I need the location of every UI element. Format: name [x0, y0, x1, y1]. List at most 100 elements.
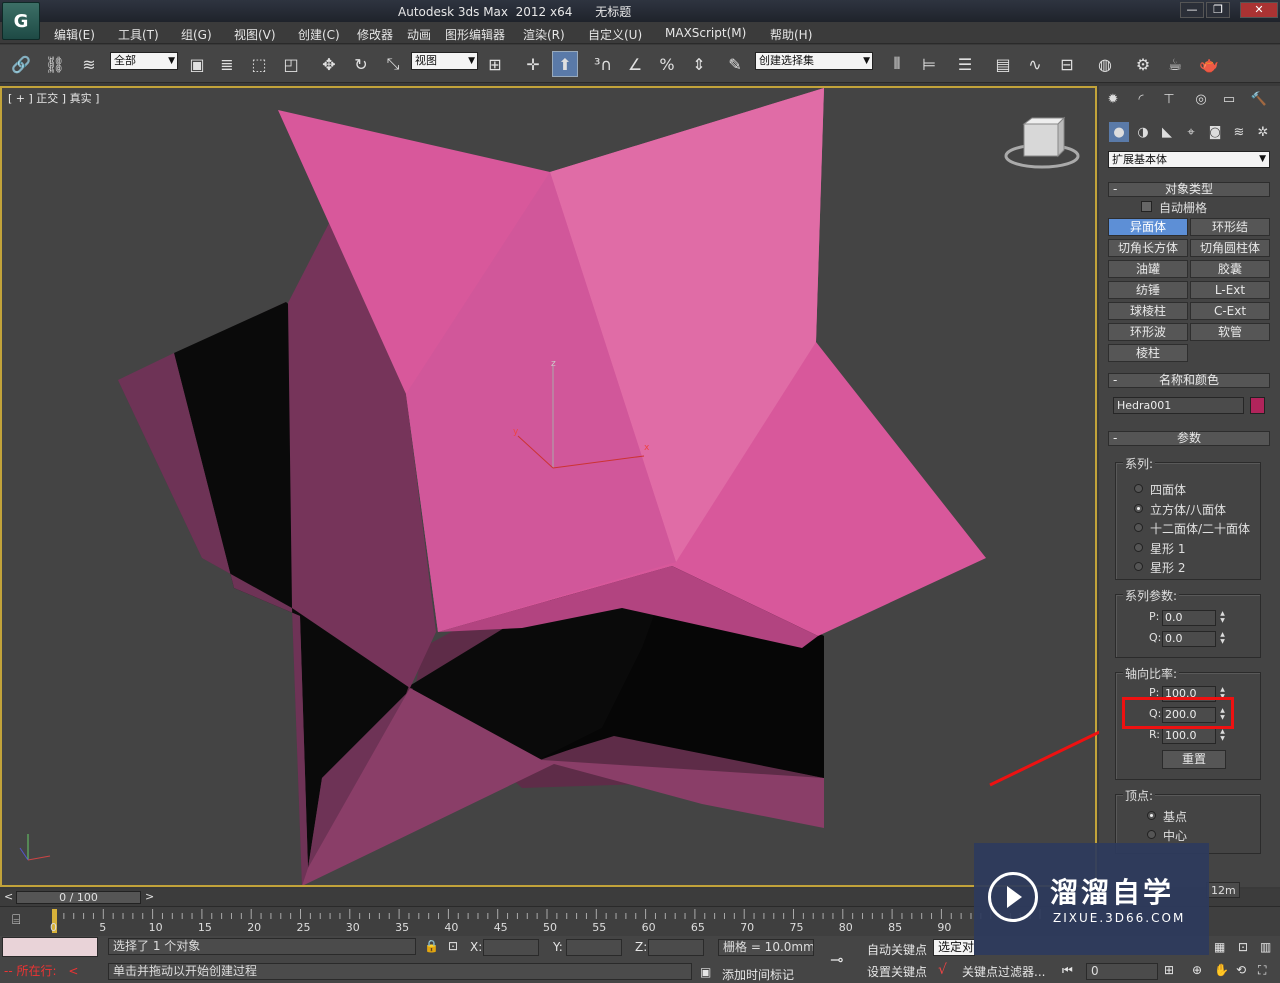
zoom-icon[interactable]: ⊕	[1192, 963, 1202, 977]
partial-value-field[interactable]: 12m	[1206, 882, 1240, 898]
helpers-icon[interactable]: ◙	[1205, 122, 1225, 142]
object-type-button-3[interactable]: 切角圆柱体	[1190, 239, 1270, 257]
object-type-button-2[interactable]: 切角长方体	[1108, 239, 1188, 257]
vertex-radio-0[interactable]	[1147, 811, 1156, 820]
set-key-button[interactable]: 设置关键点	[867, 963, 927, 980]
key-icon[interactable]: ⊸	[830, 950, 843, 969]
time-config-icon[interactable]: ⊞	[1164, 963, 1174, 977]
tick-label: 25	[296, 921, 311, 934]
tick-label: 65	[690, 921, 705, 934]
family-radio-3[interactable]	[1134, 542, 1143, 552]
family-option-label-1: 立方体/八面体	[1150, 502, 1227, 517]
fp-q-label: Q:	[1149, 631, 1162, 644]
family-option-label-0: 四面体	[1150, 483, 1187, 497]
object-type-rollout[interactable]: - 对象类型	[1108, 182, 1270, 197]
spacewarps-icon[interactable]: ≋	[1229, 122, 1249, 142]
selected-dropdown[interactable]: 选定对	[933, 939, 975, 956]
lights-icon[interactable]: ◣	[1157, 122, 1177, 142]
create-tab-icon[interactable]: ✹	[1103, 89, 1123, 109]
shapes-icon[interactable]: ◑	[1133, 122, 1153, 142]
watermark-url: ZIXUE.3D66.COM	[1053, 911, 1186, 925]
tick-label: 20	[247, 921, 262, 934]
current-frame-field[interactable]: 0	[1086, 963, 1158, 980]
object-type-button-10[interactable]: 环形波	[1108, 323, 1188, 341]
family-radio-1[interactable]	[1134, 503, 1143, 513]
family-params-label: 系列参数:	[1123, 587, 1180, 604]
primitive-category-dropdown[interactable]: 扩展基本体 ▼	[1108, 151, 1270, 168]
fp-p-spinner[interactable]: 0.0	[1162, 610, 1216, 626]
time-slider[interactable]: 0 / 100	[16, 891, 141, 904]
time-tag-icon[interactable]: ▣	[700, 965, 711, 979]
fp-p-label: P:	[1149, 610, 1160, 623]
tick-label: 55	[592, 921, 607, 934]
family-radio-2[interactable]	[1134, 523, 1143, 532]
object-type-button-9[interactable]: C-Ext	[1190, 302, 1270, 320]
autogrid-checkbox[interactable]	[1141, 201, 1152, 212]
annotation-highlight-box	[1122, 697, 1234, 729]
utilities-tab-icon[interactable]: 🔨	[1249, 89, 1269, 109]
lock-selection-icon[interactable]: 🔒	[424, 939, 439, 953]
tick-label: 60	[641, 921, 656, 934]
zoom-extents-icon[interactable]: ⊡	[1238, 940, 1248, 954]
reset-button[interactable]: 重置	[1162, 750, 1226, 769]
family-option-label-2: 十二面体/二十面体	[1150, 522, 1251, 536]
goto-start-icon[interactable]: ⏮	[1062, 963, 1073, 978]
slider-prev-icon[interactable]: <	[4, 890, 13, 903]
maximize-viewport-icon[interactable]: ⛶	[1258, 963, 1266, 978]
object-name-field[interactable]: Hedra001	[1113, 397, 1244, 414]
watermark-play-icon	[1007, 886, 1022, 908]
tick-label: 10	[148, 921, 163, 934]
family-option-label-3: 星形 1	[1150, 541, 1186, 556]
tick-label: 85	[888, 921, 903, 934]
ar-r-spinner-arrows[interactable]: ▲ ▼	[1218, 728, 1227, 744]
tick-label: 70	[740, 921, 755, 934]
name-color-rollout[interactable]: - 名称和颜色	[1108, 373, 1270, 388]
modify-tab-icon[interactable]: ◜	[1131, 89, 1151, 109]
pan-icon[interactable]: ✋	[1214, 963, 1229, 977]
selection-info: 选择了 1 个对象	[108, 938, 416, 955]
auto-key-button[interactable]: 自动关键点	[867, 941, 927, 958]
systems-icon[interactable]: ✲	[1253, 122, 1273, 142]
vertex-radio-1[interactable]	[1147, 830, 1156, 839]
object-type-button-4[interactable]: 油罐	[1108, 260, 1188, 278]
fp-p-spinner-arrows[interactable]: ▲ ▼	[1218, 610, 1227, 626]
key-filters-button[interactable]: 关键点过滤器...	[962, 963, 1045, 980]
fp-q-spinner[interactable]: 0.0	[1162, 631, 1216, 647]
x-coord-field[interactable]	[483, 939, 539, 956]
field-of-view-icon[interactable]: ▥	[1260, 940, 1271, 954]
maxscript-listener-field[interactable]	[2, 937, 98, 957]
object-type-button-0[interactable]: 异面体	[1108, 218, 1188, 236]
object-type-button-7[interactable]: L-Ext	[1190, 281, 1270, 299]
parameters-rollout[interactable]: - 参数	[1108, 431, 1270, 446]
family-radio-0[interactable]	[1134, 484, 1143, 493]
zoom-all-icon[interactable]: ▦	[1214, 940, 1225, 954]
object-color-swatch[interactable]	[1250, 397, 1265, 414]
object-type-button-8[interactable]: 球棱柱	[1108, 302, 1188, 320]
y-coord-field[interactable]	[566, 939, 622, 956]
absolute-mode-icon[interactable]: ⊡	[448, 939, 458, 953]
object-type-button-12[interactable]: 棱柱	[1108, 344, 1188, 362]
autogrid-label: 自动栅格	[1159, 201, 1208, 215]
vertex-label: 顶点:	[1123, 787, 1156, 804]
object-type-button-1[interactable]: 环形结	[1190, 218, 1270, 236]
object-type-button-11[interactable]: 软管	[1190, 323, 1270, 341]
object-type-button-6[interactable]: 纺锤	[1108, 281, 1188, 299]
fp-q-spinner-arrows[interactable]: ▲ ▼	[1218, 631, 1227, 647]
ar-r-spinner[interactable]: 100.0	[1162, 728, 1216, 744]
object-type-button-5[interactable]: 胶囊	[1190, 260, 1270, 278]
app-logo-icon[interactable]: G	[2, 2, 40, 40]
slider-next-icon[interactable]: >	[145, 890, 154, 903]
vertex-option-label-1: 中心	[1163, 829, 1188, 843]
geometry-icon[interactable]: ●	[1109, 122, 1129, 142]
z-coord-field[interactable]	[648, 939, 704, 956]
in-progress-label: -- 所在行: <	[4, 964, 79, 978]
hierarchy-tab-icon[interactable]: ⊤	[1159, 89, 1179, 109]
command-panel: ✹ ◜ ⊤ ◎ ▭ 🔨 ● ◑ ◣ ⌖ ◙ ≋ ✲ 扩展基本体 ▼ - 对象类型 自…	[1099, 86, 1280, 887]
watermark-title: 溜溜自学	[1050, 876, 1175, 909]
orbit-icon[interactable]: ⟲	[1236, 963, 1246, 977]
add-time-tag[interactable]: 添加时间标记	[722, 966, 794, 983]
display-tab-icon[interactable]: ▭	[1219, 89, 1239, 109]
motion-tab-icon[interactable]: ◎	[1191, 89, 1211, 109]
cameras-icon[interactable]: ⌖	[1181, 122, 1201, 142]
family-radio-4[interactable]	[1134, 562, 1143, 571]
